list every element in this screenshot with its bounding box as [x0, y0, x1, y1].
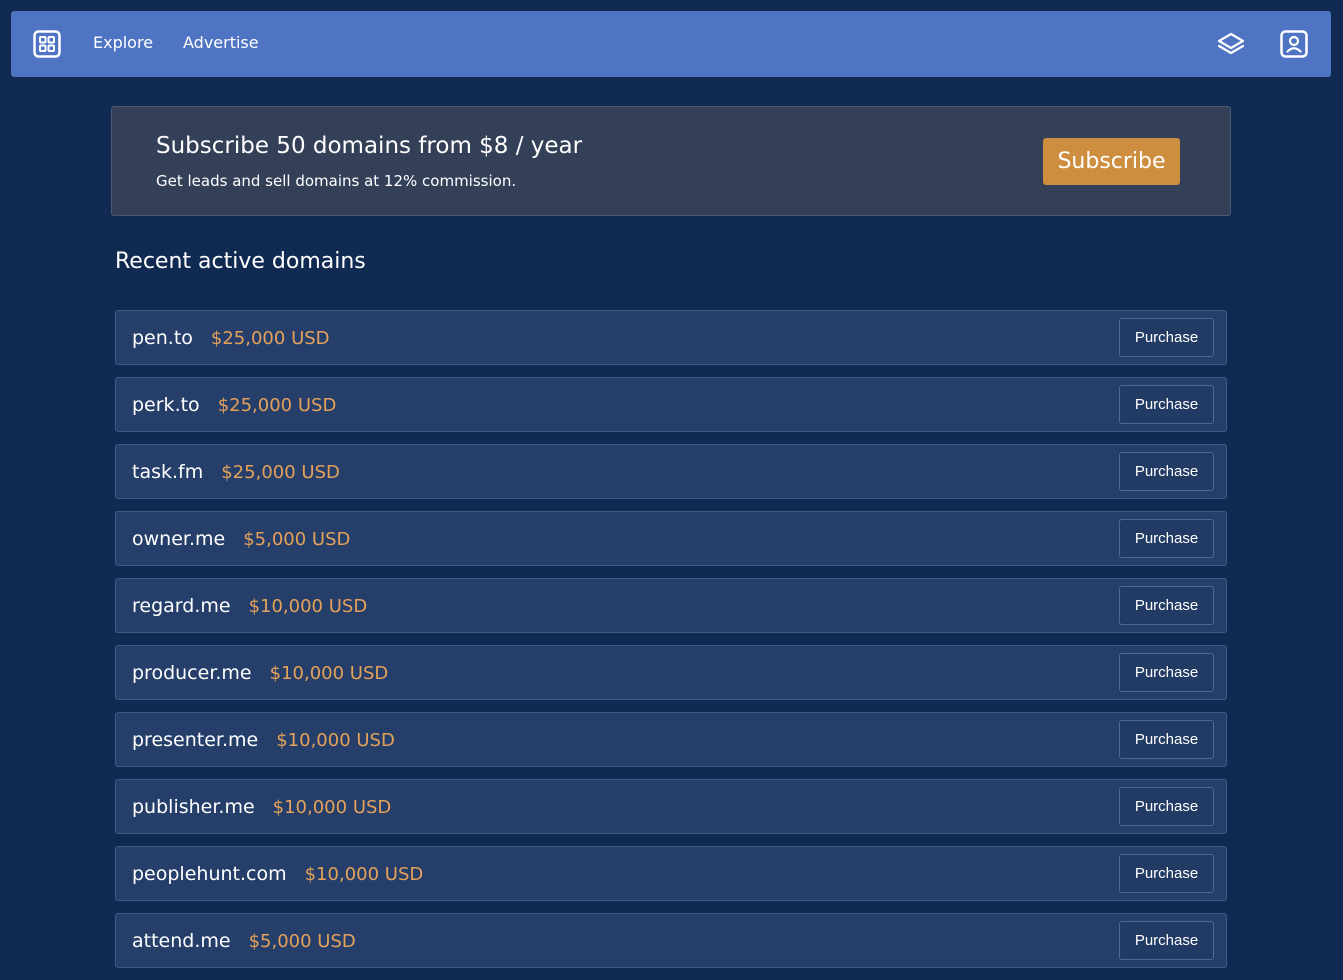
domain-name[interactable]: perk.to [132, 394, 200, 416]
domain-name[interactable]: pen.to [132, 327, 193, 349]
domain-price: $10,000 USD [276, 730, 395, 751]
domain-price: $10,000 USD [304, 864, 424, 885]
domain-name[interactable]: owner.me [132, 528, 225, 550]
purchase-button[interactable]: Purchase [1119, 452, 1214, 491]
list-item: regard.me $10,000 USD Purchase [115, 578, 1227, 633]
purchase-button[interactable]: Purchase [1119, 586, 1214, 625]
purchase-button[interactable]: Purchase [1119, 720, 1214, 759]
domain-name[interactable]: publisher.me [132, 796, 255, 818]
domain-list: pen.to $25,000 USD Purchase perk.to $25,00… [115, 310, 1227, 980]
domain-price: $10,000 USD [272, 797, 392, 818]
list-item: publisher.me $10,000 USD Purchase [115, 779, 1227, 834]
subscribe-banner: Subscribe 50 domains from $8 / year Get … [111, 106, 1231, 216]
domain-price: $10,000 USD [248, 596, 368, 617]
grid-icon[interactable] [33, 30, 61, 58]
purchase-button[interactable]: Purchase [1119, 653, 1214, 692]
domain-price: $25,000 USD [217, 395, 337, 416]
list-item: producer.me $10,000 USD Purchase [115, 645, 1227, 700]
purchase-button[interactable]: Purchase [1119, 854, 1214, 893]
nav-advertise-link[interactable]: Advertise [183, 33, 259, 53]
domain-name[interactable]: attend.me [132, 930, 231, 952]
domain-price: $25,000 USD [221, 462, 340, 483]
section-title: Recent active domains [115, 249, 366, 274]
domain-name[interactable]: presenter.me [132, 729, 258, 751]
purchase-button[interactable]: Purchase [1119, 385, 1214, 424]
list-item: pen.to $25,000 USD Purchase [115, 310, 1227, 365]
domain-price: $5,000 USD [243, 529, 351, 550]
list-item: perk.to $25,000 USD Purchase [115, 377, 1227, 432]
list-item: presenter.me $10,000 USD Purchase [115, 712, 1227, 767]
promo-subtitle: Get leads and sell domains at 12% commis… [156, 172, 517, 190]
domain-price: $5,000 USD [248, 931, 356, 952]
domain-name[interactable]: regard.me [132, 595, 231, 617]
domain-name[interactable]: task.fm [132, 461, 203, 483]
domain-name[interactable]: producer.me [132, 662, 252, 684]
list-item: peoplehunt.com $10,000 USD Purchase [115, 846, 1227, 901]
layers-icon[interactable] [1216, 31, 1246, 57]
purchase-button[interactable]: Purchase [1119, 787, 1214, 826]
list-item: task.fm $25,000 USD Purchase [115, 444, 1227, 499]
purchase-button[interactable]: Purchase [1119, 519, 1214, 558]
account-icon[interactable] [1280, 30, 1308, 58]
domain-price: $25,000 USD [210, 328, 330, 349]
purchase-button[interactable]: Purchase [1119, 318, 1214, 357]
top-navbar: Explore Advertise [11, 11, 1331, 77]
promo-title: Subscribe 50 domains from $8 / year [156, 133, 583, 159]
purchase-button[interactable]: Purchase [1119, 921, 1214, 960]
nav-explore-link[interactable]: Explore [93, 33, 153, 53]
subscribe-button[interactable]: Subscribe [1043, 138, 1180, 185]
list-item: attend.me $5,000 USD Purchase [115, 913, 1227, 968]
domain-price: $10,000 USD [269, 663, 389, 684]
domain-name[interactable]: peoplehunt.com [132, 863, 287, 885]
list-item: owner.me $5,000 USD Purchase [115, 511, 1227, 566]
